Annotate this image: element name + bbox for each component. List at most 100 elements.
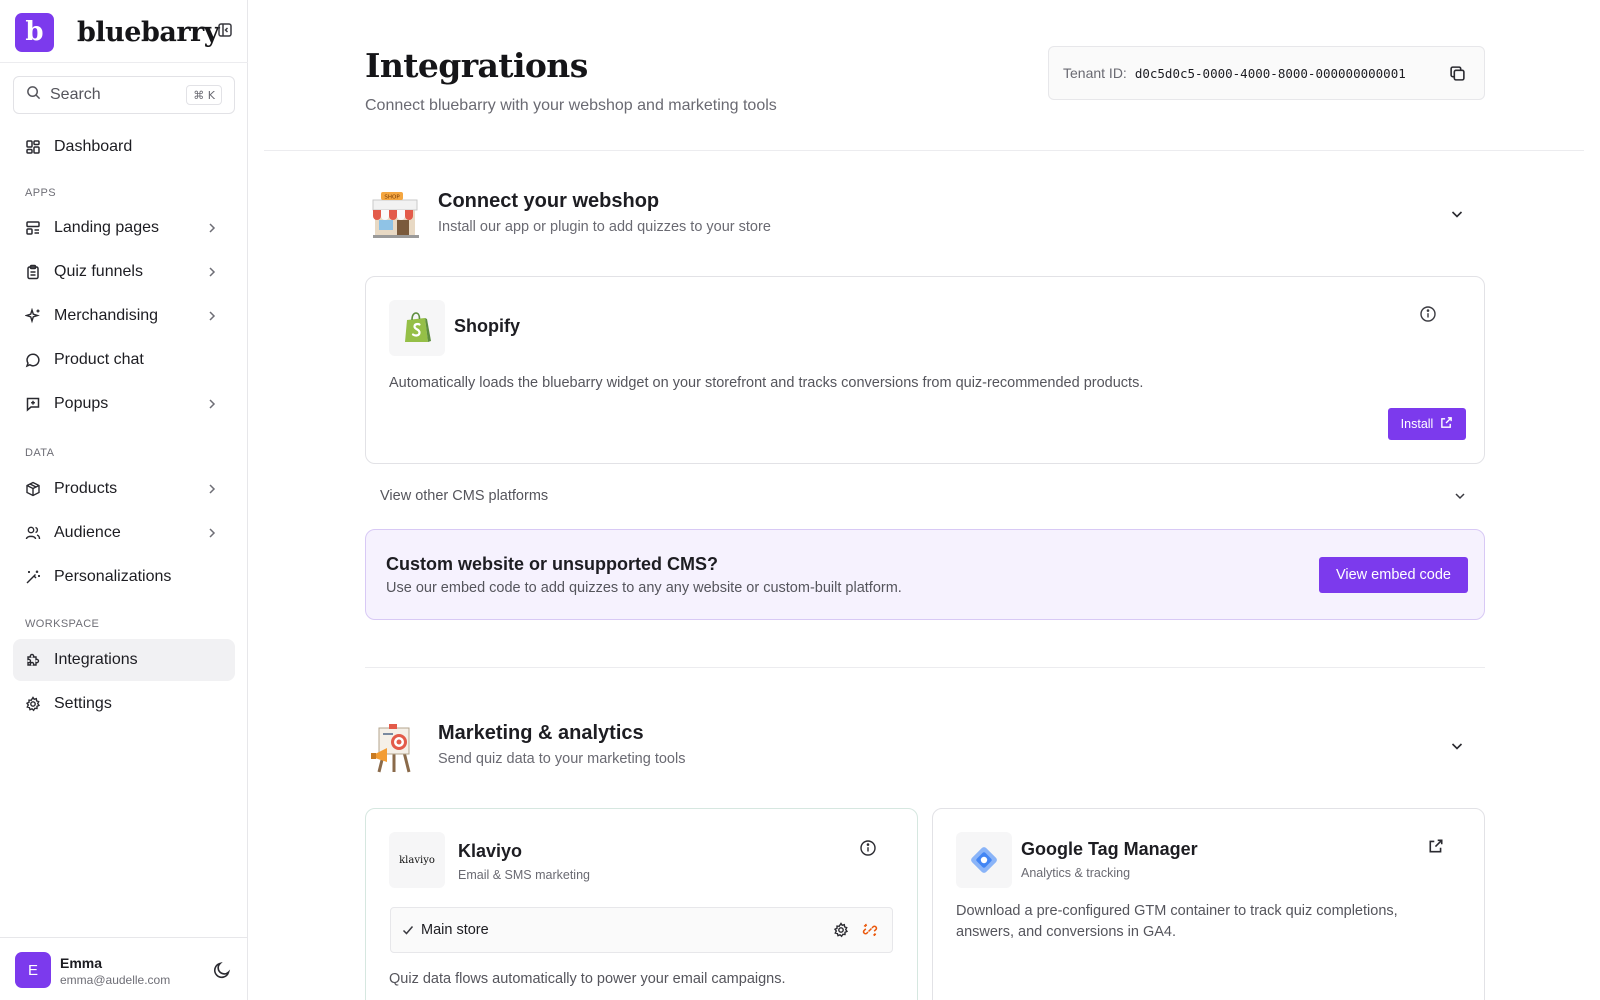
info-icon[interactable] [1419,305,1437,323]
chevron-right-icon [205,482,219,496]
magic-wand-icon [25,569,41,585]
sidebar-item-label: Audience [54,524,121,541]
shop-storefront-icon: SHOP [367,186,423,242]
app-name: Google Tag Manager [1021,839,1198,859]
tenant-id-box: Tenant ID: d0c5d0c5-0000-4000-8000-00000… [1048,46,1485,100]
section-header-webshop[interactable]: SHOP Connect your webshop Install our ap… [365,186,1485,246]
chevron-right-icon [205,265,219,279]
avatar[interactable]: E [15,952,51,988]
brand[interactable]: b bluebarry [15,12,219,52]
sidebar-item-landing-pages[interactable]: Landing pages [13,207,235,249]
sidebar-item-settings[interactable]: Settings [13,683,235,725]
sidebar-item-merchandising[interactable]: Merchandising [13,295,235,337]
chevron-right-icon [205,221,219,235]
section-divider [365,667,1485,668]
brand-name: bluebarry [77,16,219,48]
shopify-card: Shopify Automatically loads the bluebarr… [365,276,1485,464]
sidebar-item-product-chat[interactable]: Product chat [13,339,235,381]
layout-icon [25,220,41,236]
external-link-icon[interactable] [1428,838,1444,854]
brand-divider [0,62,248,63]
package-icon [25,481,41,497]
sidebar-item-quiz-funnels[interactable]: Quiz funnels [13,251,235,293]
other-cms-toggle[interactable]: View other CMS platforms [365,478,1485,514]
dashboard-icon [25,139,41,155]
clipboard-icon [25,264,41,280]
app-category: Analytics & tracking [1021,866,1131,880]
check-icon [401,923,415,937]
info-icon[interactable] [859,839,877,857]
megaphone-easel-icon [367,718,423,774]
sidebar-item-label: Products [54,480,118,497]
chevron-down-icon[interactable] [1449,206,1465,222]
gtm-logo [956,832,1012,888]
chat-bubble-icon [25,352,41,368]
klaviyo-logo: klaviyo [389,832,445,888]
gear-icon [25,696,41,712]
section-label-workspace: WORKSPACE [25,618,100,630]
search-placeholder: Search [50,86,101,103]
chevron-right-icon [205,397,219,411]
moon-icon[interactable] [212,960,232,980]
other-cms-label: View other CMS platforms [380,488,549,504]
store-settings-gear-icon[interactable] [833,922,849,938]
sidebar-item-dashboard[interactable]: Dashboard [13,126,235,168]
section-title: Marketing & analytics [438,722,644,744]
sidebar-item-products[interactable]: Products [13,468,235,510]
section-label-apps: APPS [25,187,56,199]
user-bar: E Emma emma@audelle.com [0,937,248,1000]
page-subtitle: Connect bluebarry with your webshop and … [365,97,777,114]
user-email: emma@audelle.com [60,973,171,987]
install-button[interactable]: Install [1388,408,1466,440]
section-label-data: DATA [25,447,55,459]
connected-store-row: Main store [390,907,893,953]
header-divider [264,150,1584,151]
sidebar-item-label: Merchandising [54,307,159,324]
chevron-down-icon [1453,489,1467,503]
search-shortcut: ⌘ K [186,85,222,105]
section-title: Connect your webshop [438,190,660,212]
app-name: Klaviyo [458,841,523,861]
app-description: Automatically loads the bluebarry widget… [389,375,1144,391]
chevron-right-icon [205,526,219,540]
search-input[interactable]: Search ⌘ K [13,76,235,114]
sidebar-item-personalizations[interactable]: Personalizations [13,556,235,598]
sidebar-item-popups[interactable]: Popups [13,383,235,425]
external-link-icon [1440,416,1453,432]
search-icon [26,85,41,105]
view-embed-code-button[interactable]: View embed code [1319,557,1468,593]
sidebar-item-label: Quiz funnels [54,263,143,280]
sidebar-item-label: Integrations [54,651,138,668]
tenant-id-label: Tenant ID: [1063,65,1127,81]
store-name: Main store [421,922,489,938]
unlink-icon[interactable] [862,922,878,938]
custom-card-title: Custom website or unsupported CMS? [386,554,719,574]
klaviyo-card: klaviyo Klaviyo Email & SMS marketing Ma… [365,808,918,1000]
message-square-icon [25,396,41,412]
sidebar-item-label: Dashboard [54,138,133,155]
sidebar-item-label: Popups [54,395,109,412]
copy-icon[interactable] [1449,65,1466,82]
klaviyo-logo-text: klaviyo [399,854,435,866]
tenant-id-value[interactable]: d0c5d0c5-0000-4000-8000-000000000001 [1135,66,1406,81]
install-label: Install [1400,417,1434,431]
user-name: Emma [60,955,103,971]
google-tag-manager-card: Google Tag Manager Analytics & tracking … [932,808,1485,1000]
puzzle-icon [25,652,41,668]
page-title: Integrations [365,46,588,85]
app-name: Shopify [454,316,520,336]
sidebar-collapse-icon[interactable] [217,22,233,38]
custom-website-card: Custom website or unsupported CMS? Use o… [365,529,1485,620]
app-description: Quiz data flows automatically to power y… [389,971,786,987]
svg-text:SHOP: SHOP [384,195,400,201]
section-subtitle: Send quiz data to your marketing tools [438,751,686,767]
sidebar-item-label: Landing pages [54,219,159,236]
sidebar-item-audience[interactable]: Audience [13,512,235,554]
custom-card-subtitle: Use our embed code to add quizzes to any… [386,580,902,596]
chevron-right-icon [205,309,219,323]
chevron-down-icon[interactable] [1449,738,1465,754]
sidebar-item-integrations[interactable]: Integrations [13,639,235,681]
section-header-marketing[interactable]: Marketing & analytics Send quiz data to … [365,718,1485,778]
users-icon [25,525,41,541]
brand-logo: b [15,12,54,52]
